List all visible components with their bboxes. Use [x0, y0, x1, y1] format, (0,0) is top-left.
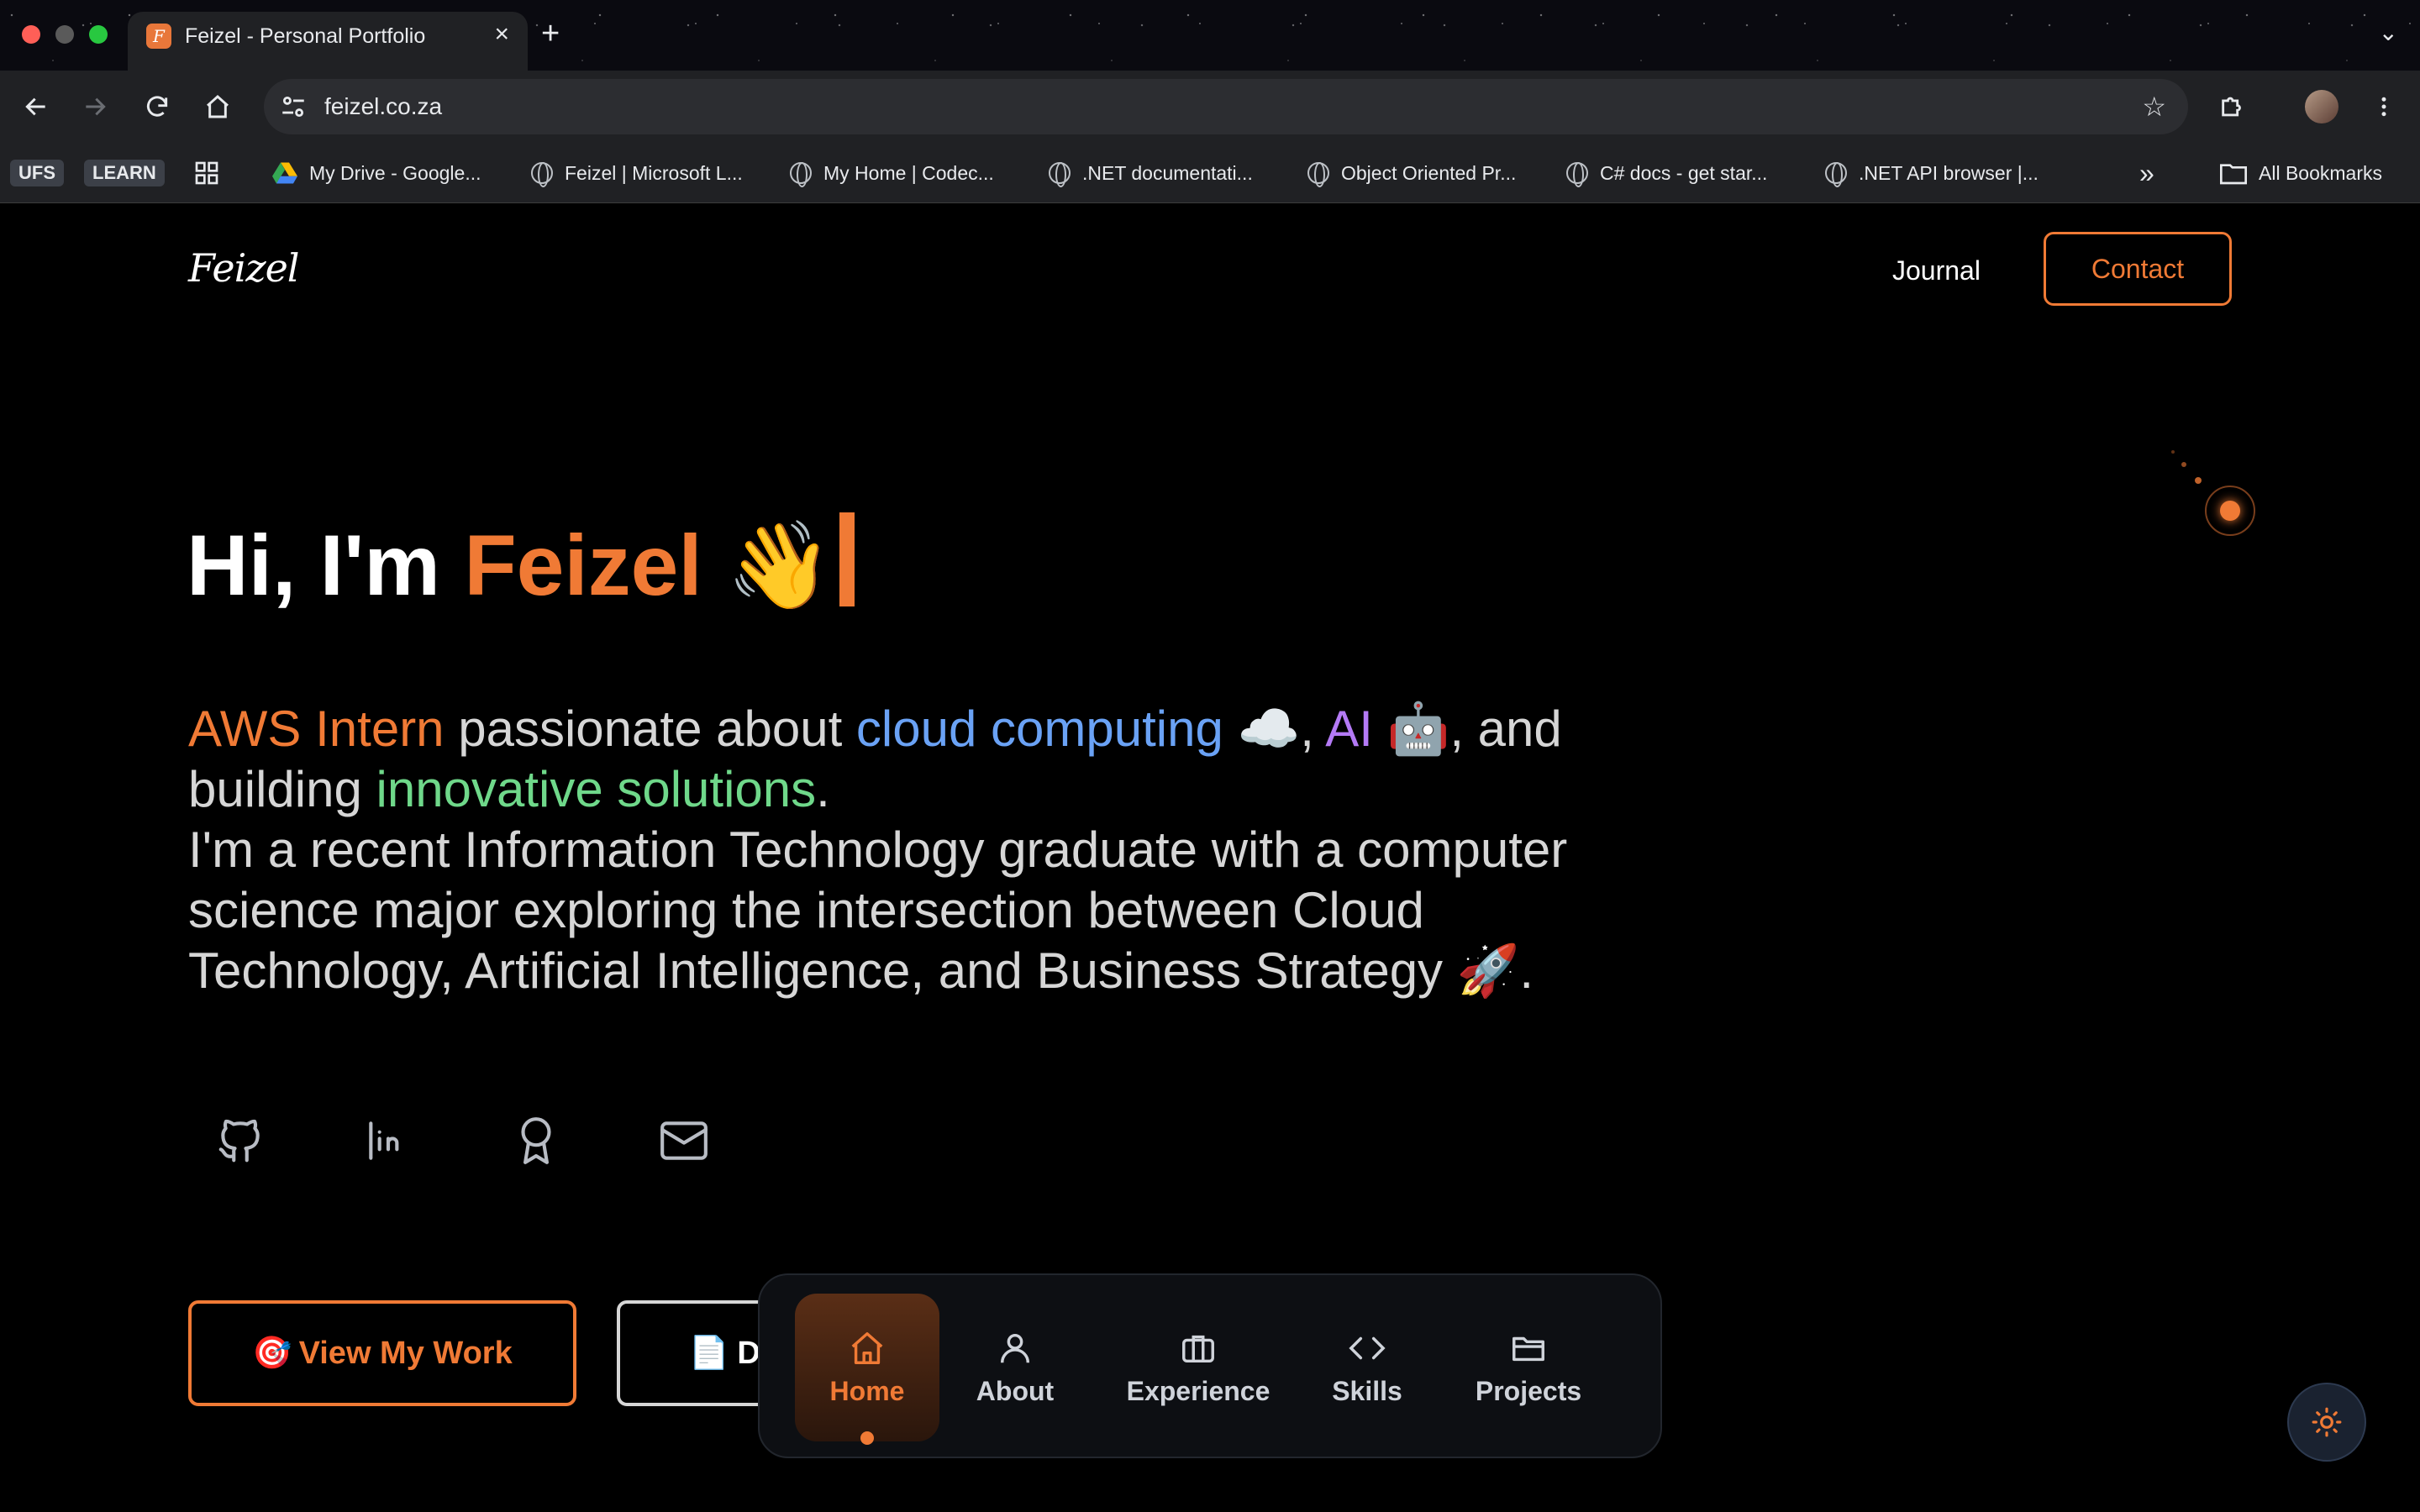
active-indicator-dot: [860, 1431, 874, 1445]
tab-title: Feizel - Personal Portfolio: [185, 24, 426, 48]
arrow-right-icon: [86, 97, 106, 116]
site-logo[interactable]: Feizel: [188, 245, 300, 291]
globe-icon: [1825, 162, 1847, 187]
innovative-highlight: innovative solutions: [376, 761, 817, 817]
tab-favicon: F: [146, 24, 171, 49]
intro-paragraph: AWS Intern passionate about cloud comput…: [188, 701, 1576, 999]
wave-emoji: 👋: [726, 517, 834, 613]
apps-grid-button[interactable]: [193, 158, 220, 188]
globe-icon: [1049, 162, 1071, 187]
hero-name: Feizel: [464, 517, 702, 613]
browser-menu-button[interactable]: [2365, 87, 2403, 126]
target-emoji: 🎯: [252, 1336, 292, 1371]
orb-trail-dot: [2171, 450, 2175, 454]
globe-icon: [531, 162, 553, 187]
new-tab-button[interactable]: +: [541, 15, 560, 52]
bookmark-star-icon[interactable]: ☆: [2142, 91, 2166, 123]
dock-item-experience[interactable]: Experience: [1116, 1294, 1281, 1441]
decorative-orb: [2205, 486, 2255, 536]
theme-toggle-button[interactable]: [2287, 1383, 2366, 1462]
bookmark-oop[interactable]: Object Oriented Pr...: [1307, 158, 1516, 188]
site-info-icon[interactable]: [279, 92, 308, 121]
all-bookmarks-button[interactable]: All Bookmarks: [2220, 158, 2382, 188]
bookmark-dotnet-docs[interactable]: .NET documentati...: [1049, 158, 1253, 188]
tab-strip: F Feizel - Personal Portfolio × + ⌄: [0, 0, 2420, 71]
profile-avatar[interactable]: [2302, 87, 2341, 126]
dock-item-home[interactable]: Home: [795, 1294, 939, 1445]
tab-active[interactable]: F Feizel - Personal Portfolio ×: [128, 12, 528, 71]
page-viewport: Feizel Journal Contact Hi, I'm Feizel 👋 …: [0, 203, 2420, 1512]
home-button[interactable]: [198, 87, 237, 126]
maximize-window-button[interactable]: [89, 25, 108, 44]
linkedin-icon: [369, 1121, 399, 1160]
apps-grid-icon: [195, 161, 218, 185]
award-icon: [521, 1117, 551, 1164]
certifications-link[interactable]: [501, 1105, 571, 1176]
bookmark-learn[interactable]: LEARN: [84, 158, 165, 188]
tab-close-icon[interactable]: ×: [494, 22, 509, 47]
github-icon: [218, 1119, 260, 1163]
briefcase-icon: [1182, 1335, 1214, 1362]
bookmark-codecademy[interactable]: My Home | Codec...: [790, 158, 994, 188]
sun-icon: [2312, 1407, 2342, 1437]
avatar: [2305, 90, 2338, 123]
url-text[interactable]: feizel.co.za: [324, 93, 442, 120]
cloud-highlight: cloud computing: [855, 701, 1223, 757]
forward-button[interactable]: [76, 87, 114, 126]
address-bar[interactable]: feizel.co.za ☆: [264, 79, 2188, 134]
intro-second-paragraph: I'm a recent Information Technology grad…: [188, 822, 1568, 999]
orb-trail-dot: [2195, 477, 2202, 484]
globe-icon: [1307, 162, 1329, 187]
close-window-button[interactable]: [22, 25, 40, 44]
arrow-left-icon: [25, 97, 45, 116]
bookmarks-overflow-button[interactable]: »: [2139, 158, 2154, 188]
bookmark-feizel-microsoft[interactable]: Feizel | Microsoft L...: [531, 158, 743, 188]
github-link[interactable]: [205, 1105, 276, 1176]
reload-icon: [146, 96, 168, 117]
dock-item-projects[interactable]: Projects: [1457, 1294, 1600, 1441]
tab-search-chevron-icon[interactable]: ⌄: [2379, 18, 2398, 46]
home-icon: [207, 95, 229, 118]
bookmark-my-drive[interactable]: My Drive - Google...: [272, 158, 481, 188]
puzzle-icon: [2222, 97, 2241, 117]
reload-button[interactable]: [138, 87, 176, 126]
home-icon: [851, 1331, 883, 1364]
typing-cursor: [839, 512, 855, 606]
hero-greeting: Hi, I'm: [187, 517, 465, 613]
dock-item-skills[interactable]: Skills: [1319, 1294, 1415, 1441]
bookmark-dotnet-api[interactable]: .NET API browser |...: [1825, 158, 2039, 188]
linkedin-link[interactable]: [353, 1105, 424, 1176]
globe-icon: [790, 162, 812, 187]
minimize-window-button[interactable]: [55, 25, 74, 44]
extensions-button[interactable]: [2213, 87, 2252, 126]
bookmark-ufs[interactable]: UFS: [10, 158, 64, 188]
browser-toolbar: feizel.co.za ☆: [0, 71, 2420, 143]
globe-icon: [1566, 162, 1588, 187]
bottom-nav-dock: Home About Experience Skills Projects: [758, 1273, 1662, 1458]
orb-trail-dot: [2181, 462, 2186, 467]
google-drive-icon: [272, 162, 297, 184]
ai-highlight: AI: [1325, 701, 1373, 757]
bookmark-csharp-docs[interactable]: C# docs - get star...: [1566, 158, 1767, 188]
bookmarks-bar: UFS LEARN My Drive - Google... Feizel | …: [0, 143, 2420, 203]
code-icon: [1349, 1336, 1386, 1359]
more-vertical-icon: [2381, 97, 2386, 117]
hero-heading: Hi, I'm Feizel 👋: [187, 512, 855, 616]
view-my-work-button[interactable]: 🎯 View My Work: [188, 1300, 576, 1406]
role-highlight: AWS Intern: [188, 701, 445, 757]
user-icon: [1000, 1333, 1030, 1362]
document-emoji: 📄: [689, 1336, 729, 1371]
folder-icon: [1512, 1336, 1544, 1361]
email-link[interactable]: [649, 1105, 719, 1176]
contact-button[interactable]: Contact: [2044, 232, 2232, 306]
nav-journal-link[interactable]: Journal: [1892, 255, 1981, 286]
orb-core: [2220, 501, 2240, 521]
mail-icon: [660, 1121, 708, 1160]
folder-icon: [2220, 164, 2247, 185]
back-button[interactable]: [17, 87, 55, 126]
dock-item-about[interactable]: About: [958, 1294, 1072, 1441]
